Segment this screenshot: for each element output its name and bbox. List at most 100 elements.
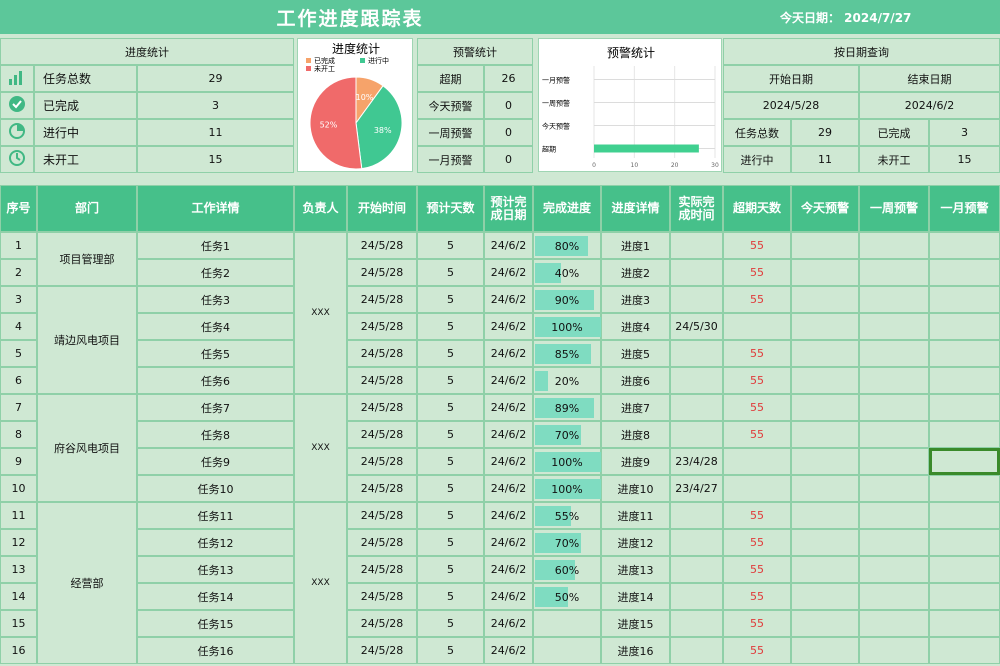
end-date-input[interactable]: 2024/6/2 <box>859 92 1000 119</box>
week-warning-cell[interactable] <box>859 556 929 583</box>
department-cell[interactable]: 项目管理部 <box>37 232 137 286</box>
task-cell[interactable]: 任务7 <box>137 394 294 421</box>
progress-cell[interactable]: 20% <box>533 367 601 394</box>
overdue-days-cell[interactable]: 55 <box>723 637 791 664</box>
progress-detail-cell[interactable]: 进度11 <box>601 502 670 529</box>
progress-detail-cell[interactable]: 进度8 <box>601 421 670 448</box>
month-warning-cell[interactable] <box>929 286 1000 313</box>
planned-days-cell[interactable]: 5 <box>417 367 484 394</box>
week-warning-cell[interactable] <box>859 367 929 394</box>
planned-days-cell[interactable]: 5 <box>417 529 484 556</box>
actual-finish-cell[interactable]: 24/5/30 <box>670 313 723 340</box>
overdue-days-cell[interactable]: 55 <box>723 610 791 637</box>
task-cell[interactable]: 任务6 <box>137 367 294 394</box>
owner-cell[interactable]: XXX <box>294 502 347 664</box>
today-warning-cell[interactable] <box>791 529 859 556</box>
progress-cell[interactable] <box>533 637 601 664</box>
planned-days-cell[interactable]: 5 <box>417 610 484 637</box>
progress-cell[interactable]: 55% <box>533 502 601 529</box>
overdue-days-cell[interactable]: 55 <box>723 232 791 259</box>
progress-cell[interactable]: 89% <box>533 394 601 421</box>
today-warning-cell[interactable] <box>791 421 859 448</box>
progress-detail-cell[interactable]: 进度16 <box>601 637 670 664</box>
actual-finish-cell[interactable] <box>670 394 723 421</box>
overdue-days-cell[interactable]: 55 <box>723 556 791 583</box>
month-warning-cell[interactable] <box>929 610 1000 637</box>
today-warning-cell[interactable] <box>791 583 859 610</box>
progress-detail-cell[interactable]: 进度1 <box>601 232 670 259</box>
planned-finish-cell[interactable]: 24/6/2 <box>484 502 533 529</box>
task-cell[interactable]: 任务5 <box>137 340 294 367</box>
progress-detail-cell[interactable]: 进度12 <box>601 529 670 556</box>
week-warning-cell[interactable] <box>859 529 929 556</box>
month-warning-cell[interactable] <box>929 475 1000 502</box>
progress-cell[interactable]: 100% <box>533 475 601 502</box>
today-warning-cell[interactable] <box>791 286 859 313</box>
actual-finish-cell[interactable] <box>670 610 723 637</box>
today-warning-cell[interactable] <box>791 556 859 583</box>
progress-cell[interactable]: 90% <box>533 286 601 313</box>
planned-finish-cell[interactable]: 24/6/2 <box>484 583 533 610</box>
planned-finish-cell[interactable]: 24/6/2 <box>484 394 533 421</box>
progress-cell[interactable]: 60% <box>533 556 601 583</box>
planned-finish-cell[interactable]: 24/6/2 <box>484 556 533 583</box>
planned-finish-cell[interactable]: 24/6/2 <box>484 637 533 664</box>
planned-days-cell[interactable]: 5 <box>417 502 484 529</box>
task-cell[interactable]: 任务3 <box>137 286 294 313</box>
week-warning-cell[interactable] <box>859 637 929 664</box>
planned-finish-cell[interactable]: 24/6/2 <box>484 610 533 637</box>
overdue-days-cell[interactable]: 55 <box>723 421 791 448</box>
planned-finish-cell[interactable]: 24/6/2 <box>484 313 533 340</box>
task-cell[interactable]: 任务8 <box>137 421 294 448</box>
task-cell[interactable]: 任务13 <box>137 556 294 583</box>
actual-finish-cell[interactable] <box>670 340 723 367</box>
start-time-cell[interactable]: 24/5/28 <box>347 259 417 286</box>
progress-detail-cell[interactable]: 进度14 <box>601 583 670 610</box>
progress-detail-cell[interactable]: 进度9 <box>601 448 670 475</box>
month-warning-cell[interactable] <box>929 502 1000 529</box>
progress-detail-cell[interactable]: 进度13 <box>601 556 670 583</box>
progress-detail-cell[interactable]: 进度15 <box>601 610 670 637</box>
progress-detail-cell[interactable]: 进度2 <box>601 259 670 286</box>
start-time-cell[interactable]: 24/5/28 <box>347 394 417 421</box>
planned-finish-cell[interactable]: 24/6/2 <box>484 475 533 502</box>
overdue-days-cell[interactable] <box>723 448 791 475</box>
planned-days-cell[interactable]: 5 <box>417 556 484 583</box>
overdue-days-cell[interactable]: 55 <box>723 340 791 367</box>
overdue-days-cell[interactable] <box>723 475 791 502</box>
owner-cell[interactable]: XXX <box>294 394 347 502</box>
week-warning-cell[interactable] <box>859 421 929 448</box>
overdue-days-cell[interactable]: 55 <box>723 394 791 421</box>
actual-finish-cell[interactable] <box>670 232 723 259</box>
start-time-cell[interactable]: 24/5/28 <box>347 475 417 502</box>
task-cell[interactable]: 任务11 <box>137 502 294 529</box>
week-warning-cell[interactable] <box>859 286 929 313</box>
actual-finish-cell[interactable] <box>670 637 723 664</box>
progress-detail-cell[interactable]: 进度5 <box>601 340 670 367</box>
month-warning-cell[interactable] <box>929 637 1000 664</box>
overdue-days-cell[interactable]: 55 <box>723 259 791 286</box>
progress-cell[interactable]: 70% <box>533 421 601 448</box>
week-warning-cell[interactable] <box>859 610 929 637</box>
week-warning-cell[interactable] <box>859 475 929 502</box>
planned-finish-cell[interactable]: 24/6/2 <box>484 259 533 286</box>
progress-detail-cell[interactable]: 进度3 <box>601 286 670 313</box>
month-warning-cell[interactable] <box>929 259 1000 286</box>
start-time-cell[interactable]: 24/5/28 <box>347 313 417 340</box>
month-warning-cell[interactable] <box>929 232 1000 259</box>
week-warning-cell[interactable] <box>859 340 929 367</box>
planned-days-cell[interactable]: 5 <box>417 421 484 448</box>
month-warning-cell[interactable] <box>929 583 1000 610</box>
task-cell[interactable]: 任务16 <box>137 637 294 664</box>
week-warning-cell[interactable] <box>859 448 929 475</box>
start-time-cell[interactable]: 24/5/28 <box>347 286 417 313</box>
planned-days-cell[interactable]: 5 <box>417 286 484 313</box>
actual-finish-cell[interactable] <box>670 583 723 610</box>
progress-detail-cell[interactable]: 进度7 <box>601 394 670 421</box>
overdue-days-cell[interactable] <box>723 313 791 340</box>
progress-cell[interactable]: 80% <box>533 232 601 259</box>
today-warning-cell[interactable] <box>791 232 859 259</box>
planned-finish-cell[interactable]: 24/6/2 <box>484 448 533 475</box>
planned-days-cell[interactable]: 5 <box>417 475 484 502</box>
today-warning-cell[interactable] <box>791 475 859 502</box>
